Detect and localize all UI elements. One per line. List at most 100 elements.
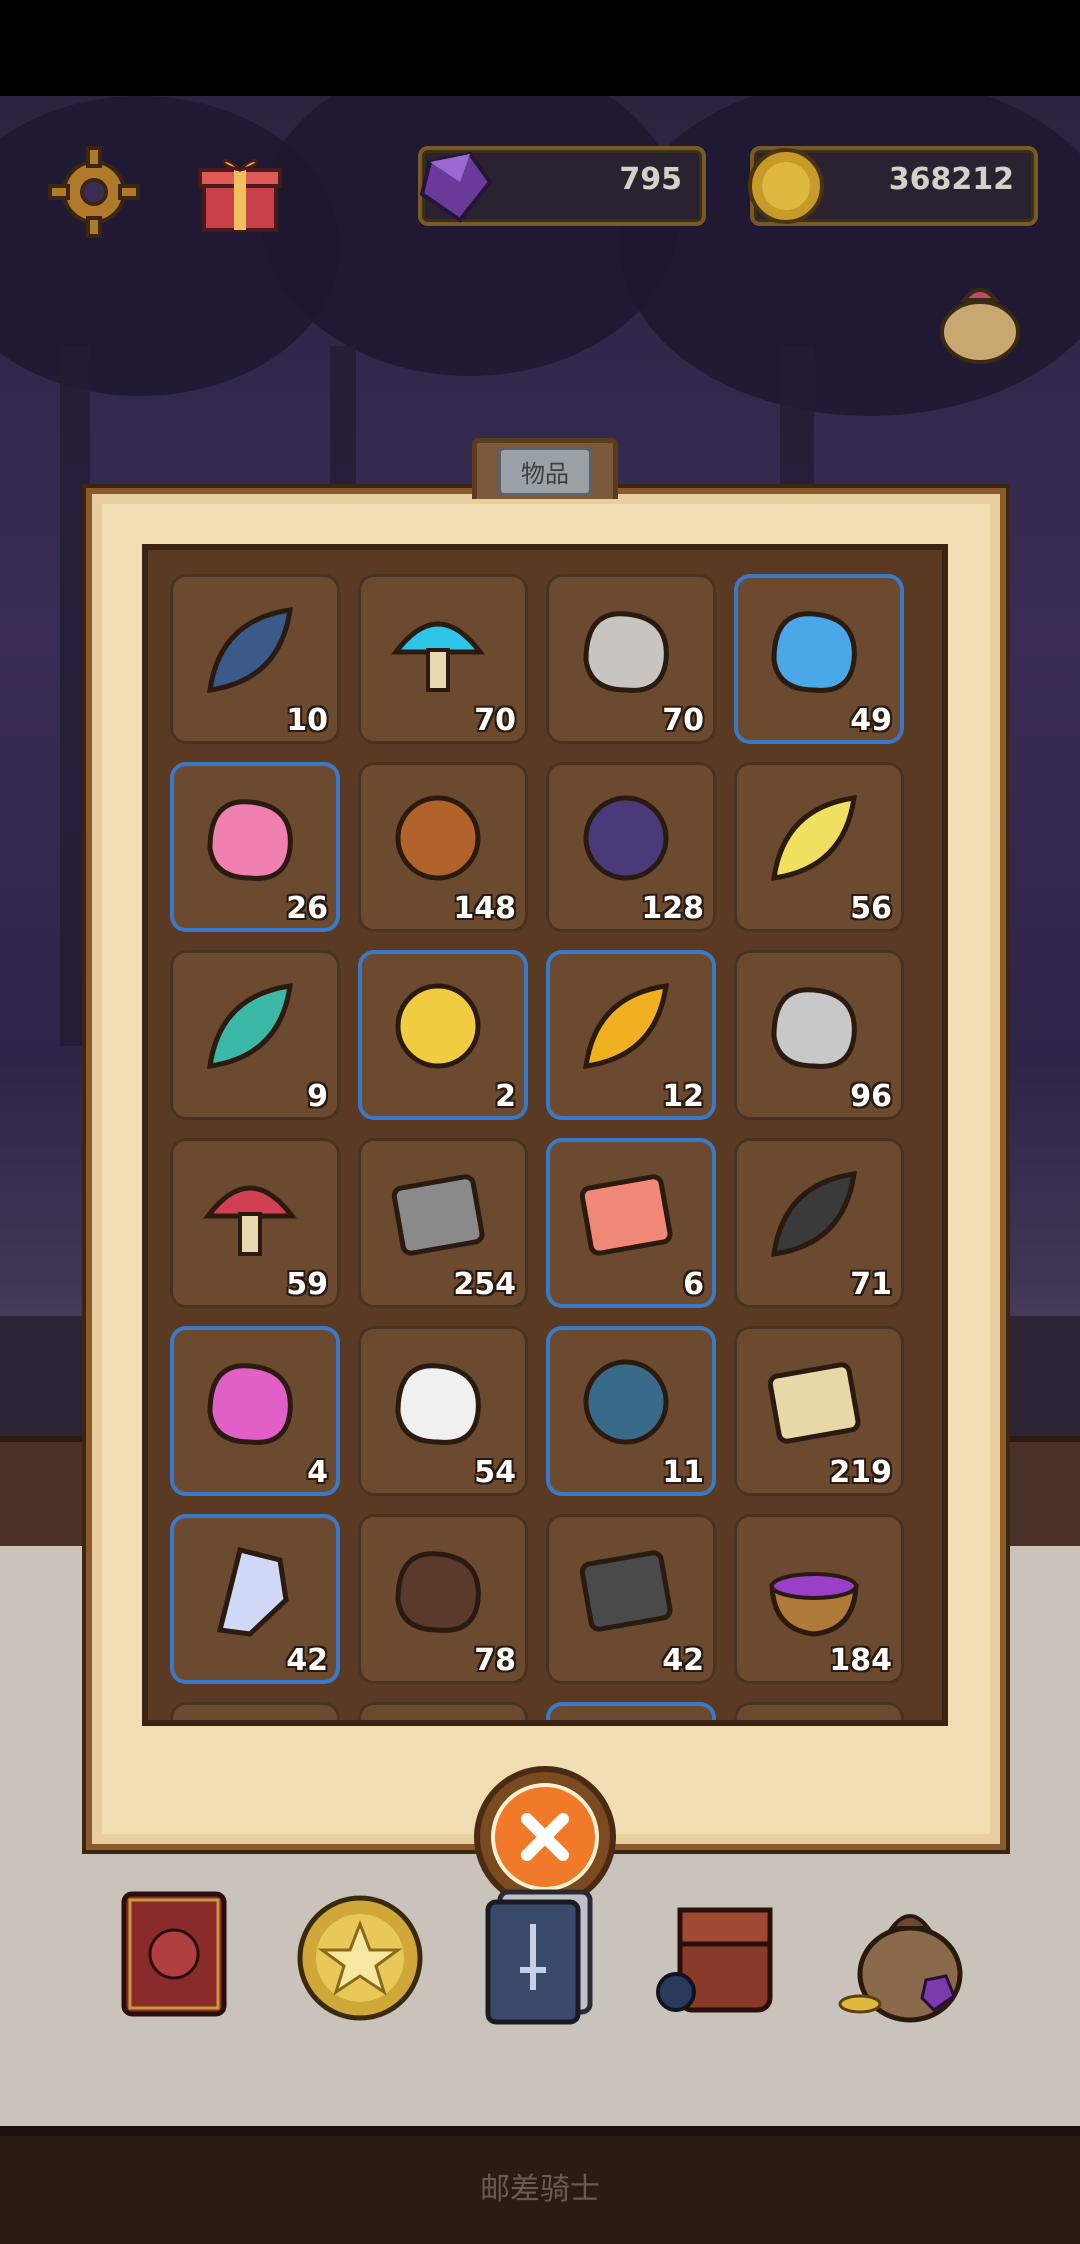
close-button-face [491, 1783, 599, 1891]
gem-count: 795 [619, 162, 682, 197]
inventory-slot[interactable]: 184 [734, 1514, 904, 1684]
card-deck-icon [485, 1889, 593, 2025]
plaid-cloth-icon [579, 1174, 673, 1256]
purple-potion-bowl-icon [769, 1572, 859, 1637]
dock-journal-button[interactable] [110, 1880, 250, 2030]
gem-counter: 795 [418, 146, 706, 226]
gear-icon [48, 146, 140, 238]
item-quantity: 148 [453, 891, 516, 926]
item-quantity: 59 [286, 1267, 328, 1302]
inventory-slot[interactable]: 10 [170, 574, 340, 744]
inventory-slot-partial[interactable] [546, 1702, 716, 1720]
spiral-plant-icon [207, 983, 293, 1069]
gift-box-icon [198, 159, 282, 232]
ice-crystal-icon [216, 1546, 289, 1637]
pink-crystal-icon [207, 1363, 293, 1445]
red-mushroom-icon [202, 1185, 298, 1256]
footer-game-title: 邮差骑士 [480, 2172, 600, 2207]
inventory-slot[interactable]: 128 [546, 762, 716, 932]
inventory-slot-partial[interactable] [734, 1702, 904, 1720]
item-quantity: 78 [474, 1643, 516, 1678]
item-quantity: 26 [286, 891, 328, 926]
inventory-slot[interactable]: 42 [546, 1514, 716, 1684]
gift-button[interactable] [190, 142, 290, 242]
item-quantity: 10 [286, 703, 328, 738]
golden-leaf-icon [583, 983, 669, 1069]
inventory-slot[interactable]: 96 [734, 950, 904, 1120]
inventory-slot[interactable]: 4 [170, 1326, 340, 1496]
item-quantity: 96 [850, 1079, 892, 1114]
floating-sack[interactable] [930, 270, 1030, 370]
dock-achievements-button[interactable] [290, 1880, 430, 2030]
lava-rock-icon [395, 1551, 481, 1633]
tab-items-label: 物品 [498, 446, 592, 496]
coin-count: 368212 [888, 162, 1014, 197]
item-quantity: 184 [829, 1643, 892, 1678]
pink-clam-icon [207, 799, 293, 881]
animal-hide-icon [771, 987, 857, 1069]
settings-gear-button[interactable] [44, 142, 144, 242]
item-quantity: 42 [662, 1643, 704, 1678]
inventory-slot[interactable]: 219 [734, 1326, 904, 1496]
item-quantity: 70 [662, 703, 704, 738]
item-quantity: 128 [641, 891, 704, 926]
dark-cloth-icon [579, 1550, 673, 1632]
parchment-scroll-icon [767, 1362, 861, 1444]
dock-shop-button[interactable] [830, 1880, 970, 2030]
inventory-slot[interactable]: 2 [358, 950, 528, 1120]
inventory-slot-partial[interactable] [170, 1702, 340, 1720]
inventory-slot[interactable]: 78 [358, 1514, 528, 1684]
loot-sack-icon [940, 288, 1020, 364]
inventory-slot[interactable]: 26 [170, 762, 340, 932]
item-quantity: 70 [474, 703, 516, 738]
inventory-slot[interactable]: 70 [546, 574, 716, 744]
item-quantity: 4 [307, 1455, 328, 1490]
inventory-slot[interactable]: 59 [170, 1138, 340, 1308]
inventory-slot[interactable]: 71 [734, 1138, 904, 1308]
inventory-grid-frame: 10 70 70 49 26 148 128 56 9 2 12 96 59 254 6 71 4 54 11 219… [142, 544, 948, 1726]
shell-horn-icon [583, 611, 669, 693]
item-quantity: 71 [850, 1267, 892, 1302]
inventory-slot[interactable]: 9 [170, 950, 340, 1120]
inventory-slot[interactable]: 42 [170, 1514, 340, 1684]
blue-mushroom-icon [390, 621, 486, 692]
spiked-shell-icon [583, 1359, 669, 1445]
stone-slabs-icon [391, 1174, 485, 1256]
tree-canopy [260, 96, 680, 376]
yellow-puffball-icon [395, 983, 481, 1069]
item-quantity: 2 [495, 1079, 516, 1114]
item-quantity: 219 [829, 1455, 892, 1490]
inventory-tab[interactable]: 物品 [472, 438, 618, 499]
white-fur-icon [395, 1363, 481, 1445]
inventory-slot[interactable]: 70 [358, 574, 528, 744]
coin-counter: 368212 [748, 146, 1038, 226]
glowing-lotus-icon [771, 795, 857, 881]
item-quantity: 42 [286, 1643, 328, 1678]
purple-gem-icon [419, 151, 493, 223]
inventory-slot[interactable]: 49 [734, 574, 904, 744]
inventory-slot[interactable]: 54 [358, 1326, 528, 1496]
item-quantity: 49 [850, 703, 892, 738]
item-quantity: 54 [474, 1455, 516, 1490]
feather-icon [771, 1171, 857, 1257]
inventory-slot[interactable]: 254 [358, 1138, 528, 1308]
gold-star-coin-icon [297, 1895, 423, 2021]
inventory-slot[interactable]: 148 [358, 762, 528, 932]
grapes-icon [583, 795, 669, 881]
item-quantity: 9 [307, 1079, 328, 1114]
item-quantity: 6 [683, 1267, 704, 1302]
item-quantity: 254 [453, 1267, 516, 1302]
inventory-slot[interactable]: 6 [546, 1138, 716, 1308]
inventory-slot[interactable]: 11 [546, 1326, 716, 1496]
dock-cards-button[interactable] [470, 1880, 610, 2030]
inventory-slot-partial[interactable] [358, 1702, 528, 1720]
item-quantity: 12 [662, 1079, 704, 1114]
gold-coin-icon [748, 148, 824, 224]
acorn-icon [395, 795, 481, 881]
blue-flower-icon [771, 611, 857, 693]
inventory-slot[interactable]: 56 [734, 762, 904, 932]
treasure-sack-icon [838, 1914, 963, 2023]
item-quantity: 56 [850, 891, 892, 926]
dock-bag-button[interactable] [650, 1880, 790, 2030]
inventory-slot[interactable]: 12 [546, 950, 716, 1120]
